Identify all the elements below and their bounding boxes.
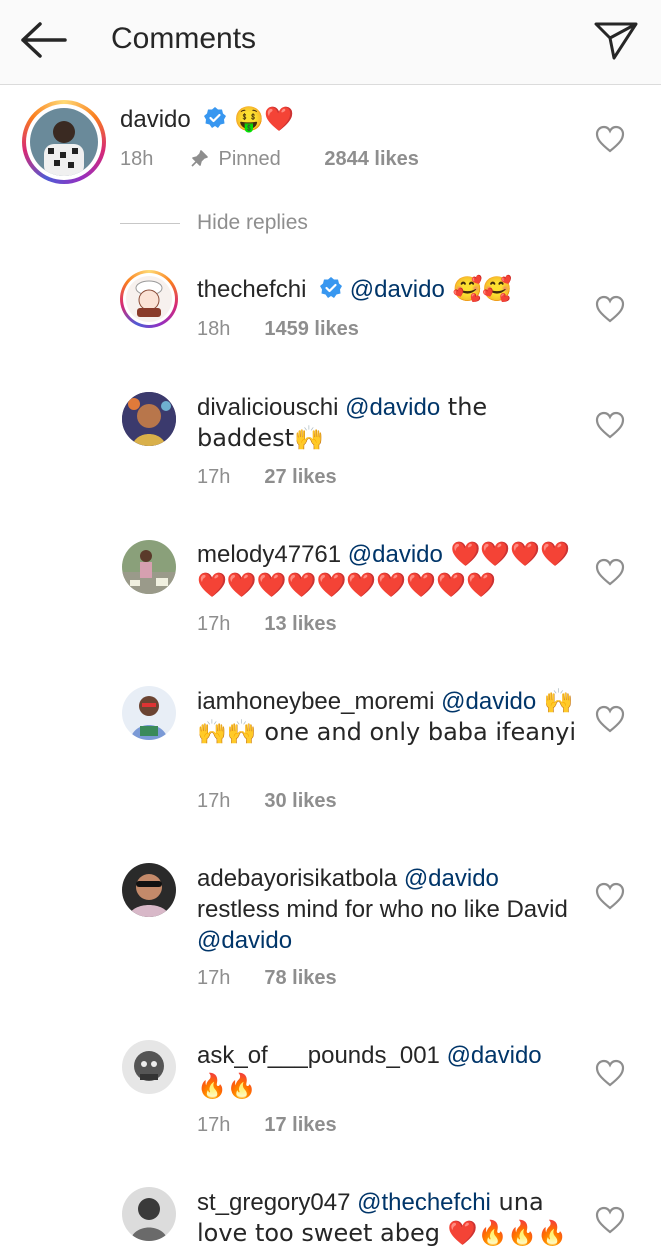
comment-body: 🥰🥰: [444, 275, 513, 303]
avatar-image: [122, 1040, 176, 1094]
heart-icon[interactable]: [594, 557, 626, 587]
avatar-image: [122, 1187, 176, 1241]
verified-badge-icon: [204, 107, 227, 128]
avatar[interactable]: [122, 863, 176, 917]
comment-likes[interactable]: 2844 likes: [324, 148, 419, 170]
avatar-image: [30, 108, 98, 176]
comment-likes[interactable]: 1459 likes: [264, 318, 359, 340]
comment-meta: 18h Pinned 2844 likes: [120, 148, 419, 171]
comment-meta: 18h 1459 likes: [197, 318, 359, 341]
comment-likes[interactable]: 78 likes: [264, 967, 336, 989]
comment-meta: 17h 13 likes: [197, 613, 337, 636]
arrow-left-icon[interactable]: [18, 20, 68, 60]
comment-username[interactable]: adebayorisikatbola: [197, 865, 397, 892]
paper-plane-icon[interactable]: [590, 16, 642, 64]
comment-mention[interactable]: @davido: [404, 865, 499, 892]
comment-mention[interactable]: @thechefchi: [357, 1189, 491, 1216]
heart-icon[interactable]: [594, 410, 626, 440]
comment-body: restless mind for who no like David: [197, 896, 568, 923]
comment-time: 17h: [197, 466, 231, 488]
pinned-label: Pinned: [218, 148, 281, 170]
comment-text: st_gregory047 @thechefchi una love too s…: [197, 1187, 577, 1249]
comment-mention[interactable]: @davido: [345, 394, 440, 421]
pin-icon: [191, 150, 208, 167]
heart-icon[interactable]: [594, 294, 626, 324]
comment-time: 17h: [197, 790, 231, 812]
comment-mention-2[interactable]: @davido: [197, 927, 292, 954]
comment-username[interactable]: davido: [120, 106, 191, 133]
avatar-image: [122, 392, 176, 446]
comment-text: melody47761 @davido ❤️❤️❤️❤️❤️❤️❤️❤️❤️❤️…: [197, 539, 577, 601]
comment-likes[interactable]: 30 likes: [264, 790, 336, 812]
comment-mention[interactable]: @davido: [441, 688, 536, 715]
page-title: Comments: [111, 22, 257, 55]
comment-text: divaliciouschi @davido the baddest🙌: [197, 392, 577, 454]
divider: [120, 223, 180, 224]
heart-icon[interactable]: [594, 124, 626, 154]
avatar[interactable]: [22, 100, 106, 184]
comment-username[interactable]: divaliciouschi: [197, 394, 338, 421]
heart-icon[interactable]: [594, 704, 626, 734]
comment-likes[interactable]: 17 likes: [264, 1114, 336, 1136]
comment-username[interactable]: melody47761: [197, 541, 341, 568]
comment-username[interactable]: st_gregory047: [197, 1189, 350, 1216]
avatar[interactable]: [122, 392, 176, 446]
comment-meta: 17h 30 likes: [197, 790, 337, 813]
comment-time: 18h: [197, 318, 231, 340]
avatar[interactable]: [120, 270, 178, 328]
avatar[interactable]: [122, 1187, 176, 1241]
comment-mention[interactable]: @davido: [447, 1042, 542, 1069]
comment-meta: 17h 27 likes: [197, 466, 337, 489]
avatar-image: [122, 540, 176, 594]
heart-icon[interactable]: [594, 881, 626, 911]
comment-time: 17h: [197, 1114, 231, 1136]
comment-username[interactable]: iamhoneybee_moremi: [197, 688, 434, 715]
top-bar: Comments: [0, 0, 661, 85]
comment-text: thechefchi @davido 🥰🥰: [197, 274, 577, 305]
comment-likes[interactable]: 13 likes: [264, 613, 336, 635]
comment-text: davido 🤑❤️: [120, 104, 294, 135]
comment-time: 18h: [120, 148, 154, 170]
comment-emoji: 🤑❤️: [234, 105, 294, 133]
heart-icon[interactable]: [594, 1205, 626, 1235]
comment-text: adebayorisikatbola @davido restless mind…: [197, 863, 577, 956]
comment-meta: 17h 17 likes: [197, 1114, 337, 1137]
comment-likes[interactable]: 27 likes: [264, 466, 336, 488]
avatar[interactable]: [122, 686, 176, 740]
verified-badge-icon: [320, 277, 343, 298]
avatar[interactable]: [122, 540, 176, 594]
comment-time: 17h: [197, 613, 231, 635]
comment-text: ask_of___pounds_001 @davido 🔥🔥: [197, 1040, 577, 1102]
comment-mention[interactable]: @davido: [348, 541, 443, 568]
avatar[interactable]: [122, 1040, 176, 1094]
comment-body: 🔥🔥: [197, 1072, 257, 1100]
avatar-image: [122, 863, 176, 917]
comment-username[interactable]: thechefchi: [197, 276, 306, 303]
avatar-image: [122, 686, 176, 740]
comment-meta: 17h 78 likes: [197, 967, 337, 990]
heart-icon[interactable]: [594, 1058, 626, 1088]
hide-replies-button[interactable]: Hide replies: [197, 211, 308, 235]
comment-username[interactable]: ask_of___pounds_001: [197, 1042, 440, 1069]
comment-time: 17h: [197, 967, 231, 989]
comment-mention[interactable]: @davido: [350, 276, 445, 303]
comment-text: iamhoneybee_moremi @davido 🙌🙌🙌 one and o…: [197, 686, 577, 748]
avatar-image: [126, 276, 172, 322]
